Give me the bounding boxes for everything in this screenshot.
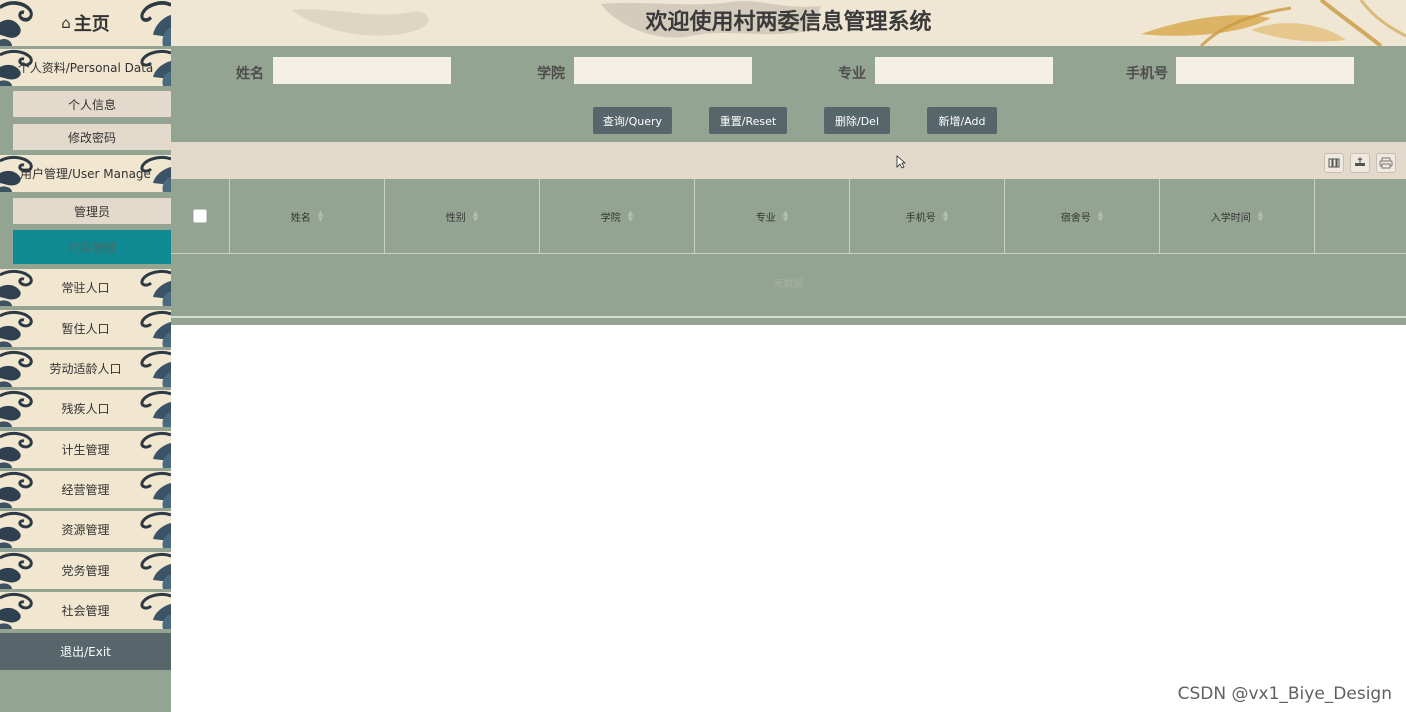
major-input[interactable] [875, 57, 1053, 84]
wave-decoration-left [0, 471, 33, 508]
major-field-label: 专业 [838, 66, 866, 82]
sidebar: ⌂ 主页 个人资料/Personal Data 个人信息 修改密码 用户管理/U… [0, 0, 171, 712]
wave-decoration-right [140, 310, 171, 347]
column-header-label: 专业 [755, 212, 776, 224]
menu-label: 社会管理 [61, 604, 110, 618]
submenu-personal-info[interactable]: 个人信息 [13, 91, 171, 117]
wave-decoration-right [140, 390, 171, 427]
print-icon[interactable] [1376, 153, 1396, 173]
home-label: 主页 [73, 14, 110, 35]
menu-resident-population[interactable]: 常驻人口 [0, 269, 171, 306]
wave-decoration-right [140, 269, 171, 306]
cursor-icon [896, 155, 906, 169]
wave-decoration-left [0, 511, 33, 548]
name-input[interactable] [273, 57, 451, 84]
column-header-label: 姓名 [290, 212, 311, 224]
menu-label: 常驻人口 [61, 281, 110, 295]
college-input[interactable] [574, 57, 752, 84]
menu-label: 资源管理 [61, 523, 110, 537]
column-header-dorm[interactable]: 宿舍号 ▲ ▼ [1005, 179, 1160, 253]
wave-decoration-right [140, 471, 171, 508]
submenu-admin[interactable]: 管理员 [13, 198, 171, 224]
data-table: 姓名 ▲ ▼ 性别 ▲ ▼ 学院 ▲ ▼ 专业 ▲ ▼ 手机号 ▲ ▼ 宿舍号 ▲ ▼ 入学时间 ▲ ▼ 无… [171, 179, 1406, 325]
phone-input[interactable] [1176, 57, 1354, 84]
menu-party-affairs[interactable]: 党务管理 [0, 552, 171, 589]
add-button[interactable]: 新增/Add [927, 107, 997, 134]
delete-button[interactable]: 删除/Del [824, 107, 890, 134]
columns-icon[interactable] [1324, 153, 1344, 173]
wave-decoration-left [0, 269, 33, 306]
college-field-label: 学院 [537, 66, 565, 82]
reset-button[interactable]: 重置/Reset [709, 107, 787, 134]
column-header-label: 性别 [445, 212, 466, 224]
wave-decoration-right [140, 592, 171, 629]
menu-label: 计生管理 [61, 443, 110, 457]
sort-icon: ▲ ▼ [472, 209, 479, 223]
menu-family-planning[interactable]: 计生管理 [0, 431, 171, 468]
search-panel: 姓名 学院 专业 手机号 查询/Query 重置/Reset 删除/Del 新增… [171, 46, 1406, 142]
wave-decoration-left [0, 552, 33, 589]
menu-personal-data[interactable]: 个人资料/Personal Data [0, 49, 171, 86]
submenu-change-password[interactable]: 修改密码 [13, 124, 171, 150]
column-header-label: 手机号 [905, 212, 936, 224]
menu-label: 经营管理 [61, 483, 110, 497]
menu-temporary-population[interactable]: 暂住人口 [0, 310, 171, 347]
column-header-phone[interactable]: 手机号 ▲ ▼ [850, 179, 1005, 253]
wave-decoration-right [140, 431, 171, 468]
empty-state: 无数据 [773, 279, 804, 290]
column-header-major[interactable]: 专业 ▲ ▼ [695, 179, 850, 253]
column-header-gender[interactable]: 性别 ▲ ▼ [385, 179, 540, 253]
column-header-college[interactable]: 学院 ▲ ▼ [540, 179, 695, 253]
menu-personal-data-label: 个人资料/Personal Data [17, 61, 154, 75]
wave-decoration-right [140, 350, 171, 387]
column-header-name[interactable]: 姓名 ▲ ▼ [230, 179, 385, 253]
sort-icon: ▲ ▼ [1257, 209, 1264, 223]
name-field-label: 姓名 [236, 66, 264, 82]
sort-icon: ▲ ▼ [317, 209, 324, 223]
menu-user-manage[interactable]: 用户管理/User Manage [0, 155, 171, 192]
menu-disabled-population[interactable]: 残疾人口 [0, 390, 171, 427]
query-button[interactable]: 查询/Query [593, 107, 672, 134]
page-header: 欢迎使用村两委信息管理系统 [171, 0, 1406, 46]
wave-decoration-right [140, 511, 171, 548]
page-title: 欢迎使用村两委信息管理系统 [645, 10, 932, 35]
watermark: CSDN @vx1_Biye_Design [1177, 684, 1392, 704]
menu-label: 残疾人口 [61, 402, 110, 416]
menu-label: 劳动适龄人口 [49, 362, 122, 376]
menu-user-manage-label: 用户管理/User Manage [20, 167, 151, 181]
exit-button[interactable]: 退出/Exit [0, 633, 171, 670]
select-all-checkbox[interactable] [193, 209, 207, 223]
sidebar-home[interactable]: ⌂ 主页 [0, 0, 171, 46]
wave-decoration-left [0, 390, 33, 427]
menu-label: 党务管理 [61, 564, 110, 578]
sort-icon: ▲ ▼ [627, 209, 634, 223]
wave-decoration-left [0, 592, 33, 629]
table-toolbar [171, 142, 1406, 179]
wave-decoration-left [0, 310, 33, 347]
export-icon[interactable] [1350, 153, 1370, 173]
select-all-cell [171, 179, 230, 253]
sort-icon: ▲ ▼ [1097, 209, 1104, 223]
column-header-enroll-date[interactable]: 入学时间 ▲ ▼ [1160, 179, 1315, 253]
table-bottom-border [171, 316, 1406, 318]
wave-decoration-left [0, 350, 33, 387]
column-header-label: 宿舍号 [1060, 212, 1091, 224]
submenu-villager-manage[interactable]: 村民管理 [13, 230, 171, 264]
menu-resource-manage[interactable]: 资源管理 [0, 511, 171, 548]
table-header: 姓名 ▲ ▼ 性别 ▲ ▼ 学院 ▲ ▼ 专业 ▲ ▼ 手机号 ▲ ▼ 宿舍号 ▲ ▼ 入学时间 ▲ ▼ [171, 179, 1406, 254]
wave-decoration-right [140, 552, 171, 589]
phone-field-label: 手机号 [1126, 66, 1168, 82]
wave-decoration-right [140, 1, 171, 46]
wave-decoration-left [0, 431, 33, 468]
sort-icon: ▲ ▼ [782, 209, 789, 223]
sort-icon: ▲ ▼ [942, 209, 949, 223]
menu-working-age-population[interactable]: 劳动适龄人口 [0, 350, 171, 387]
column-header-label: 入学时间 [1210, 212, 1251, 224]
menu-business-manage[interactable]: 经营管理 [0, 471, 171, 508]
menu-label: 暂住人口 [61, 322, 110, 336]
home-icon: ⌂ [61, 14, 71, 32]
menu-social-manage[interactable]: 社会管理 [0, 592, 171, 629]
wave-decoration-left [0, 1, 34, 46]
column-header-label: 学院 [600, 212, 621, 224]
